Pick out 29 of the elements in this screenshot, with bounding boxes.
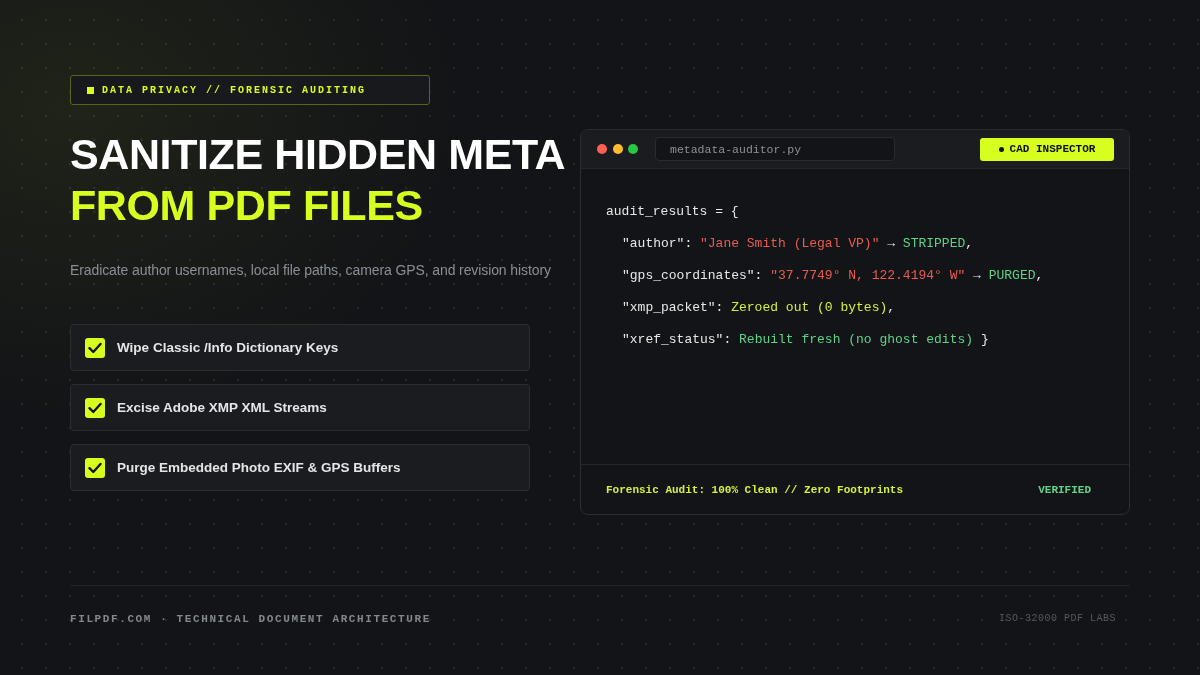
check-icon bbox=[88, 460, 102, 475]
checkbox[interactable] bbox=[85, 397, 105, 418]
code-line: audit_results = { bbox=[606, 203, 739, 221]
subtitle: Eradicate author usernames, local file paths, camera GPS, and revision history bbox=[70, 261, 551, 280]
inspector-label: CAD INSPECTOR bbox=[1009, 143, 1096, 155]
code-line: "author": "Jane Smith (Legal VP)" → STRIPPED, bbox=[622, 235, 974, 253]
square-icon bbox=[87, 86, 94, 94]
verified-status: VERIFIED bbox=[1038, 483, 1091, 496]
checkbox[interactable] bbox=[85, 337, 105, 358]
code-line: "xref_status": Rebuilt fresh (no ghost edits) } bbox=[622, 331, 989, 349]
checklist-label: Wipe Classic /Info Dictionary Keys bbox=[117, 340, 339, 355]
check-icon bbox=[88, 400, 102, 415]
checkbox[interactable] bbox=[85, 457, 105, 478]
window-control-icon[interactable] bbox=[628, 144, 638, 154]
filename-bar: metadata-auditor.py bbox=[655, 137, 895, 161]
dot-icon bbox=[998, 146, 1004, 152]
headline: SANITIZE HIDDEN META bbox=[70, 129, 566, 180]
footer-credit: FILPDF.COM · TECHNICAL DOCUMENT ARCHITECTURE bbox=[70, 612, 431, 626]
audit-summary: Forensic Audit: 100% Clean // Zero Footprints bbox=[606, 483, 904, 496]
footer-label: ISO-32000 PDF LABS bbox=[998, 612, 1116, 626]
code-line: "gps_coordinates": "37.7749° N, 122.4194° W" → PURGED, bbox=[622, 267, 1044, 285]
category-label: DATA PRIVACY // FORENSIC AUDITING bbox=[102, 84, 367, 96]
checklist-label: Excise Adobe XMP XML Streams bbox=[117, 400, 327, 415]
code-line: "xmp_packet": Zeroed out (0 bytes), bbox=[622, 299, 896, 317]
window-control-icon[interactable] bbox=[612, 144, 623, 154]
headline-highlight: FROM PDF FILES bbox=[70, 180, 423, 231]
check-icon bbox=[88, 340, 102, 355]
window-control-icon[interactable] bbox=[597, 144, 607, 154]
checklist-label: Purge Embedded Photo EXIF & GPS Buffers bbox=[117, 460, 401, 475]
